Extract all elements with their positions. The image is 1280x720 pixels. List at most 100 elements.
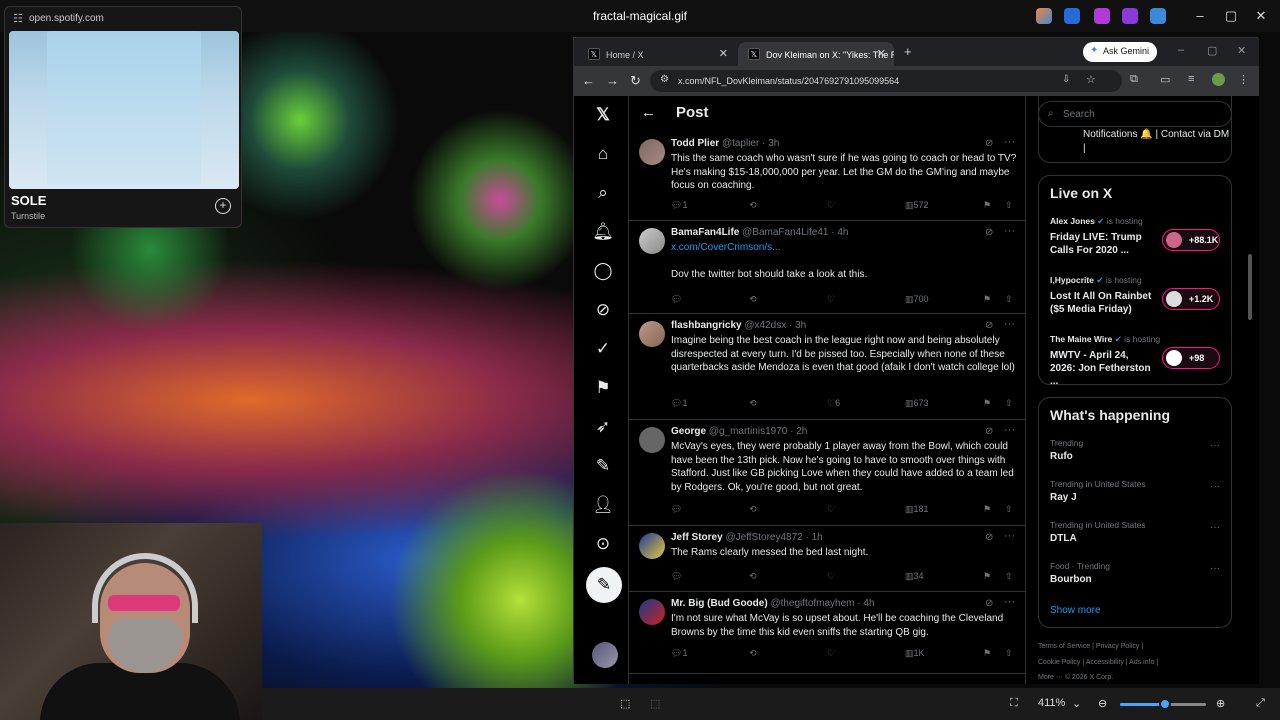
reply-tweet[interactable]: Jeff Storey @JeffStorey4872 · 1h ⊘ ··· Th… bbox=[629, 526, 1025, 592]
minimize-button[interactable]: – bbox=[1190, 8, 1210, 23]
like-icon[interactable]: ♡ bbox=[827, 504, 835, 515]
install-icon[interactable]: ⇩ bbox=[1062, 74, 1070, 85]
sidebar-icon[interactable]: ▭ bbox=[1160, 73, 1170, 86]
grok-icon[interactable]: ⊘ bbox=[592, 299, 614, 321]
reply-tweet[interactable]: Mr. Big (Bud Goode) @thegiftofmayhem · 4… bbox=[629, 592, 1025, 674]
bookmark-icon[interactable]: ⚑ bbox=[983, 504, 991, 515]
share-icon[interactable]: ⇧ bbox=[1005, 648, 1013, 659]
copilot-icon[interactable] bbox=[1036, 8, 1052, 24]
edit-icon[interactable] bbox=[1064, 8, 1080, 24]
retweet-icon[interactable]: ⟲ bbox=[749, 294, 757, 305]
reply-icon[interactable]: 💬︎ bbox=[671, 571, 682, 582]
reply-tweet[interactable]: George @g_martinis1970 · 2h ⊘ ··· McVay's… bbox=[629, 420, 1025, 526]
more-options-icon[interactable]: ··· bbox=[1004, 225, 1015, 237]
like-icon[interactable]: ♡ bbox=[827, 571, 835, 582]
views-icon[interactable]: ▥ 700 bbox=[905, 294, 929, 305]
back-icon[interactable]: ← bbox=[582, 73, 595, 88]
author-name[interactable]: BamaFan4Life @BamaFan4Life41 · 4h bbox=[671, 227, 848, 238]
share-icon[interactable]: ⇧ bbox=[1005, 398, 1013, 409]
ask-gemini-button[interactable]: ✦ Ask Gemini bbox=[1083, 42, 1157, 62]
views-icon[interactable]: ▥ 673 bbox=[905, 398, 929, 409]
more-options-icon[interactable]: ··· bbox=[1004, 530, 1015, 542]
address-bar[interactable]: ⚙ x.com/NFL_DovKleiman/status/2047692791… bbox=[650, 70, 1122, 92]
reply-icon[interactable]: 💬︎ bbox=[671, 504, 682, 515]
like-icon[interactable]: ♡ bbox=[827, 648, 835, 659]
footer-links[interactable]: More ··· © 2026 X Corp. bbox=[1038, 674, 1113, 681]
avatar[interactable] bbox=[639, 321, 665, 347]
more-options-icon[interactable]: ··· bbox=[1004, 596, 1015, 608]
home-icon[interactable]: ⌂ bbox=[592, 143, 614, 165]
notifications-icon[interactable]: 🔔︎ bbox=[592, 221, 614, 243]
grok-icon[interactable]: ⊘ bbox=[985, 320, 993, 331]
bookmark-icon[interactable]: ⚑ bbox=[983, 200, 991, 211]
footer-links[interactable]: Terms of Service | Privacy Policy | bbox=[1038, 643, 1143, 650]
reply-icon[interactable]: 💬︎ 1 bbox=[671, 398, 687, 409]
account-avatar[interactable] bbox=[592, 642, 618, 668]
retweet-icon[interactable]: ⟲ bbox=[749, 200, 757, 211]
author-name[interactable]: Jeff Storey @JeffStorey4872 · 1h bbox=[671, 532, 823, 543]
more-options-icon[interactable]: ··· bbox=[1004, 136, 1015, 148]
fullscreen-icon[interactable]: ⤢ bbox=[1256, 697, 1265, 710]
bookmark-icon[interactable]: ⚑ bbox=[983, 571, 991, 582]
author-name[interactable]: Mr. Big (Bud Goode) @thegiftofmayhem · 4… bbox=[671, 598, 875, 609]
avatar[interactable] bbox=[639, 599, 665, 625]
profile-icon[interactable]: 👤︎ bbox=[592, 494, 614, 516]
add-to-library-icon[interactable]: + bbox=[215, 198, 231, 214]
share-icon[interactable]: ⇧ bbox=[1005, 294, 1013, 305]
browser-menu-icon[interactable]: ⋮ bbox=[1238, 73, 1249, 86]
like-icon[interactable]: ♡ bbox=[827, 200, 835, 211]
site-info-icon[interactable]: ⚙ bbox=[660, 74, 669, 85]
avatar[interactable] bbox=[639, 139, 665, 165]
forward-icon[interactable]: → bbox=[606, 73, 619, 88]
grok-icon[interactable]: ⊘ bbox=[985, 138, 993, 149]
reload-icon[interactable]: ↻ bbox=[630, 73, 641, 89]
author-name[interactable]: flashbangricky @x42dsx · 3h bbox=[671, 320, 806, 331]
retweet-icon[interactable]: ⟲ bbox=[749, 648, 757, 659]
reply-icon[interactable]: 💬︎ 1 bbox=[671, 200, 687, 211]
tweet-link[interactable]: x.com/CoverCrimson/s... bbox=[671, 242, 780, 253]
extensions-icon[interactable]: ⧉ bbox=[1130, 73, 1138, 86]
footer-links[interactable]: Cookie Policy | Accessibility | Ads info… bbox=[1038, 659, 1158, 666]
zoom-out-icon[interactable]: ⊖ bbox=[1098, 697, 1107, 710]
reply-icon[interactable]: 💬︎ 1 bbox=[671, 648, 687, 659]
like-icon[interactable]: ♡ bbox=[827, 294, 835, 305]
share-icon[interactable]: ⇧ bbox=[1005, 571, 1013, 582]
tab-home[interactable]: 𝕏 Home / X ✕ bbox=[578, 42, 736, 66]
explore-icon[interactable]: ⌕ bbox=[592, 182, 614, 204]
back-arrow-icon[interactable]: ← bbox=[641, 104, 656, 121]
share-icon[interactable]: ⇧ bbox=[1005, 504, 1013, 515]
bookmark-star-icon[interactable]: ☆ bbox=[1086, 73, 1096, 86]
effects-icon[interactable] bbox=[1094, 8, 1110, 24]
zoom-in-icon[interactable]: ⊕ bbox=[1216, 697, 1225, 710]
tab-post[interactable]: 𝕏 Dov Kleiman on X: "Yikes: The R ✕ bbox=[738, 42, 894, 66]
show-more-link[interactable]: Show more bbox=[1050, 605, 1101, 616]
more-options-icon[interactable]: ··· bbox=[1004, 318, 1015, 330]
spotify-mini-player[interactable]: ☷ open.spotify.com SOLE Turnstile + bbox=[4, 6, 242, 228]
bookmark-icon[interactable]: ⚑ bbox=[983, 294, 991, 305]
compare-icon[interactable]: ⬚ bbox=[650, 697, 660, 710]
menu-icon[interactable]: ☷ bbox=[13, 12, 23, 25]
more-options-icon[interactable]: ··· bbox=[1004, 424, 1015, 436]
views-icon[interactable]: ▥ 34 bbox=[905, 571, 924, 582]
bookmark-icon[interactable]: ⚑ bbox=[983, 648, 991, 659]
messages-icon[interactable]: ◯ bbox=[592, 260, 614, 282]
x-logo-icon[interactable]: 𝕏 bbox=[592, 104, 614, 126]
like-icon[interactable]: ♡ 6 bbox=[827, 398, 840, 409]
bookmarks-icon[interactable]: ⚑ bbox=[592, 377, 614, 399]
avatar[interactable] bbox=[639, 427, 665, 453]
retweet-icon[interactable]: ⟲ bbox=[749, 571, 757, 582]
maximize-button[interactable]: ▢ bbox=[1207, 44, 1217, 57]
crop-icon[interactable]: ⬚ bbox=[620, 697, 630, 710]
zoom-level[interactable]: 411% bbox=[1038, 697, 1065, 709]
reply-icon[interactable]: 💬︎ bbox=[671, 294, 682, 305]
more-icon[interactable]: ⊙ bbox=[592, 533, 614, 555]
verified-icon[interactable]: ✓ bbox=[592, 338, 614, 360]
views-icon[interactable]: ▥ 1K bbox=[905, 648, 925, 659]
grok-icon[interactable]: ⊘ bbox=[985, 598, 993, 609]
author-name[interactable]: George @g_martinis1970 · 2h bbox=[671, 426, 807, 437]
close-tab-icon[interactable]: ✕ bbox=[719, 47, 728, 60]
reply-tweet[interactable]: Todd Plier @taplier · 3h ⊘ ··· This the s… bbox=[629, 132, 1025, 221]
avatar[interactable] bbox=[639, 533, 665, 559]
views-icon[interactable]: ▥ 181 bbox=[905, 504, 929, 515]
close-tab-icon[interactable]: ✕ bbox=[877, 47, 886, 60]
